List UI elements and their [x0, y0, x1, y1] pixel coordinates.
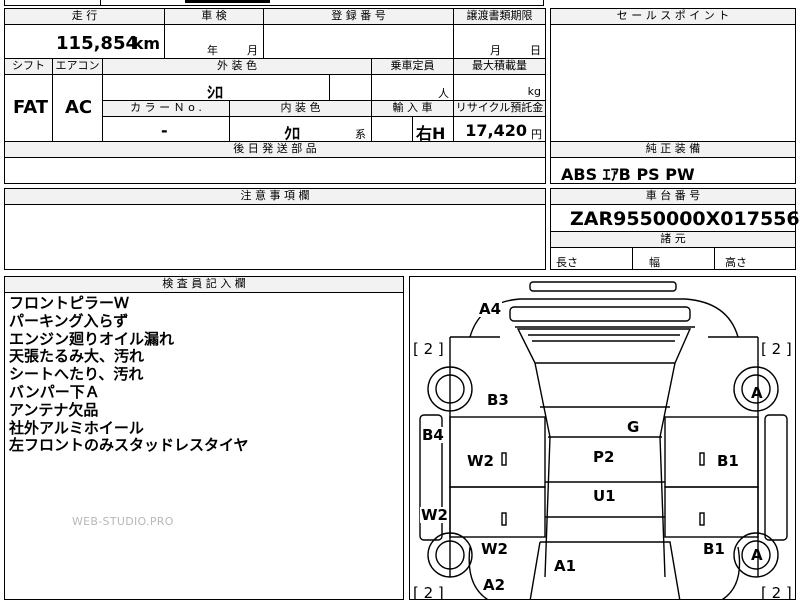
- transfer-month: 月: [490, 44, 501, 57]
- mark-wheel-rear-right: A: [751, 546, 763, 564]
- bracket-bottom-right: [ 2 ]: [760, 584, 793, 600]
- max-load-header: 最大積載量: [453, 58, 546, 75]
- import-cell: [371, 116, 413, 142]
- parts-cell: [4, 157, 546, 184]
- color-no-cell: -: [102, 116, 230, 142]
- mark-a1: A1: [553, 557, 578, 575]
- mileage-unit: km: [132, 34, 160, 53]
- aircon-cell: AC: [52, 74, 103, 142]
- shift-value: FAT: [13, 97, 49, 118]
- capacity-cell: 人: [371, 74, 454, 101]
- interior-color-header: 内 装 色: [229, 100, 372, 117]
- dim-height-cell: 高さ: [714, 247, 796, 270]
- note-line: パーキング入らず: [9, 311, 129, 330]
- caution-cell: [4, 204, 546, 270]
- registration-cell: [263, 24, 454, 59]
- mark-b3: B3: [486, 391, 510, 409]
- color-no-header: カ ラ ー Ｎ o .: [102, 100, 230, 117]
- mark-b1-wheel: B1: [702, 540, 726, 558]
- sales-point-cell: [550, 24, 796, 142]
- shaken-year: 年: [207, 44, 218, 57]
- transfer-day: 日: [530, 44, 541, 57]
- dimensions-header: 諸 元: [550, 231, 796, 248]
- mileage-value: 115,854: [56, 33, 138, 54]
- aircon-header: エアコン: [52, 58, 103, 75]
- mark-w2-wheel: W2: [480, 540, 509, 558]
- recycle-deposit-cell: 17,420 円: [453, 116, 546, 142]
- mark-a2: A2: [482, 576, 507, 594]
- watermark: WEB-STUDIO.PRO: [72, 515, 174, 528]
- mark-w2-door: W2: [466, 452, 495, 470]
- mark-p2: P2: [592, 448, 616, 466]
- shift-header: シフト: [4, 58, 53, 75]
- interior-color-cell: ｸﾛ 系: [229, 116, 372, 143]
- equipment-value: ABS ｴｱB PS PW: [561, 165, 695, 184]
- transfer-deadline-header: 譲渡書類期限: [453, 8, 546, 25]
- color-no-value: -: [161, 121, 168, 140]
- dim-height-label: 高さ: [725, 256, 747, 269]
- shaken-month: 月: [247, 44, 258, 57]
- recycle-deposit-amount: 17,420: [465, 121, 527, 140]
- mark-u1: U1: [592, 487, 617, 505]
- registration-header: 登 録 番 号: [263, 8, 454, 25]
- max-load-unit: kg: [527, 85, 541, 98]
- shaken-header: 車 検: [164, 8, 264, 25]
- recycle-deposit-header: リサイクル預託金: [453, 100, 546, 117]
- import-value-cell: 右H: [412, 116, 454, 143]
- note-line: 左フロントのみスタッドレスタイヤ: [9, 436, 249, 455]
- max-load-cell: kg: [453, 74, 546, 101]
- caution-header: 注 意 事 項 欄: [4, 188, 546, 205]
- dim-width-cell: 幅: [632, 247, 715, 270]
- mark-g: G: [626, 418, 641, 436]
- shaken-cell: 年 月: [164, 24, 264, 59]
- parts-header: 後 日 発 送 部 品: [4, 141, 546, 158]
- bracket-top-right: [ 2 ]: [760, 340, 793, 358]
- aircon-value: AC: [65, 97, 93, 118]
- bracket-bottom-left: [ 2 ]: [412, 584, 445, 600]
- dim-length-cell: 長さ: [550, 247, 633, 270]
- inspector-header: 検 査 員 記 入 欄: [4, 276, 404, 293]
- sales-point-header: セ ー ル ス ポ イ ン ト: [550, 8, 796, 25]
- mileage-header: 走 行: [4, 8, 165, 25]
- note-line: 天張たるみ大、汚れ: [9, 347, 145, 366]
- interior-color-suffix: 系: [355, 128, 366, 141]
- mark-wheel-front-right: A: [751, 384, 763, 402]
- car-outline: [419, 281, 788, 599]
- exterior-color-cell: ｼﾛ: [102, 74, 330, 102]
- dim-length-label: 長さ: [556, 256, 578, 269]
- shift-cell: FAT: [4, 74, 53, 142]
- equipment-header: 純 正 装 備: [550, 141, 796, 158]
- mark-w2-side: W2: [420, 506, 449, 524]
- note-line: バンパー下Ａ: [9, 382, 100, 401]
- note-line: 社外アルミホイール: [9, 418, 144, 437]
- note-line: フロントピラーＷ: [9, 294, 130, 312]
- note-line: シートへたり、汚れ: [9, 365, 144, 384]
- mark-b1-door: B1: [716, 452, 740, 470]
- chassis-cell: ZAR9550000X017556: [550, 204, 800, 232]
- dim-width-label: 幅: [649, 256, 660, 269]
- note-line: アンテナ欠品: [9, 400, 99, 419]
- note-line: エンジン廻りオイル漏れ: [9, 329, 175, 348]
- bracket-top-left: [ 2 ]: [412, 340, 445, 358]
- capacity-header: 乗車定員: [371, 58, 454, 75]
- mark-b4: B4: [421, 426, 445, 444]
- chassis-number: ZAR9550000X017556: [570, 208, 800, 230]
- mileage-cell: 115,854 km: [4, 24, 165, 59]
- mark-a4: A4: [478, 300, 503, 318]
- damage-diagram: A4 B3 B4 G W2 P2 B1 U1 W2 W2 B1 A1 A2 A …: [409, 276, 796, 600]
- recycle-deposit-unit: 円: [531, 128, 542, 141]
- chassis-header: 車 台 番 号: [550, 188, 796, 205]
- inspector-notes: フロントピラーＷ パーキング入らず エンジン廻りオイル漏れ 天張たるみ大、汚れ …: [4, 292, 404, 600]
- exterior-extra-cell: [329, 74, 372, 101]
- equipment-cell: ABS ｴｱB PS PW: [550, 157, 796, 184]
- exterior-color-header: 外 装 色: [102, 58, 372, 75]
- capacity-unit: 人: [438, 87, 449, 100]
- transfer-cell: 月 日: [453, 24, 546, 59]
- top-strip: [4, 0, 544, 6]
- import-header: 輸 入 車: [371, 100, 454, 117]
